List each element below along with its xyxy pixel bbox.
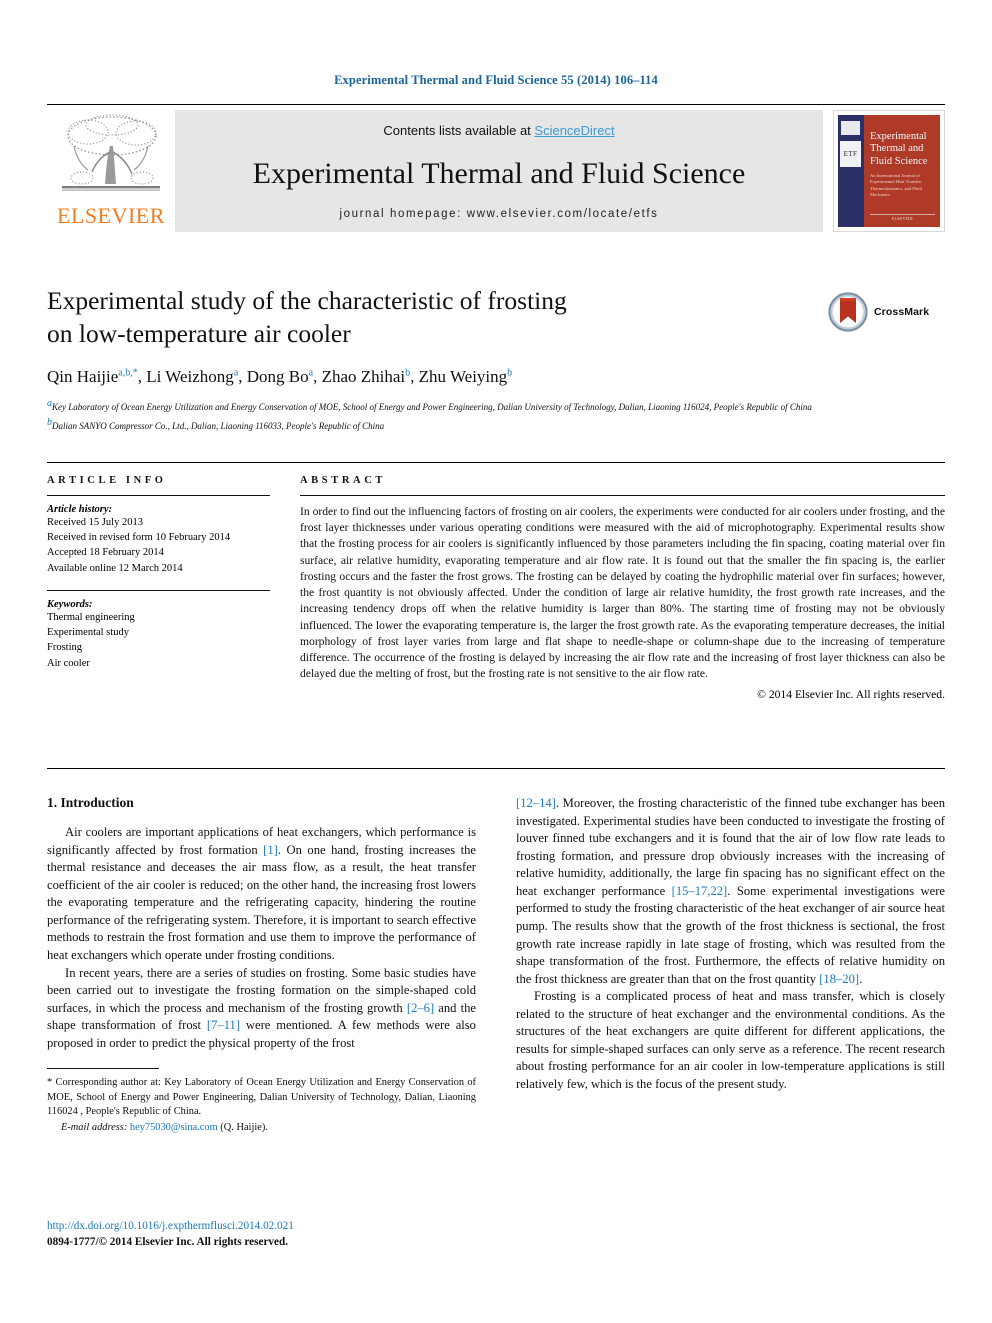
introduction-heading: 1. Introduction: [47, 795, 134, 810]
body-top-rule: [47, 768, 945, 769]
contents-prefix: Contents lists available at: [383, 123, 535, 138]
affiliation-text: Key Laboratory of Ocean Energy Utilizati…: [52, 402, 812, 413]
keywords-label: Keywords:: [47, 598, 93, 610]
intro-p3-part-b: . Some experimental investigations were …: [516, 883, 945, 986]
author-affiliation-marker: a: [308, 367, 314, 379]
article-info-column: ARTICLE INFO Article history: Received 1…: [47, 475, 290, 701]
cover-subtitle: An International Journal of Experimental…: [870, 173, 922, 197]
history-item: Accepted 18 February 2014: [47, 547, 164, 559]
elsevier-logo: ELSEVIER: [47, 110, 175, 232]
author-affiliation-marker: a,b,*: [118, 367, 138, 379]
crossmark-badge[interactable]: CrossMark: [828, 288, 946, 336]
author-affiliation-marker: b: [405, 367, 411, 379]
citation-ref[interactable]: [12–14]: [516, 796, 556, 810]
contents-available-line: Contents lists available at ScienceDirec…: [175, 123, 823, 138]
author-list: Qin Haijiea,b,*, Li Weizhonga, Dong Boa,…: [47, 367, 513, 387]
author-name[interactable]: Zhu Weiying: [419, 367, 508, 386]
masthead-top-rule: [47, 104, 945, 105]
body-columns: 1. Introduction Air coolers are importan…: [47, 795, 945, 1136]
article-info-rule: [47, 495, 270, 496]
article-title-line-2: on low-temperature air cooler: [47, 318, 351, 348]
affiliation-text: Dalian SANYO Compressor Co., Ltd., Dalia…: [52, 421, 385, 432]
author-name[interactable]: Qin Haijie: [47, 367, 118, 386]
affiliation-item: bDalian SANYO Compressor Co., Ltd., Dali…: [47, 415, 817, 434]
citation-ref[interactable]: [18–20]: [819, 972, 859, 986]
cover-spine-box-icon: [841, 121, 860, 135]
page-footer: http://dx.doi.org/10.1016/j.expthermflus…: [47, 1218, 294, 1250]
author-affiliation-marker: a: [233, 367, 239, 379]
keyword-item: Experimental study: [47, 627, 129, 639]
keyword-item: Air cooler: [47, 657, 90, 669]
masthead-center-band: Contents lists available at ScienceDirec…: [175, 110, 823, 232]
cover-face: Experimental Thermal and Fluid Science A…: [864, 115, 940, 227]
email-label: E-mail address:: [61, 1122, 128, 1133]
keywords-block: Keywords: Thermal engineering Experiment…: [47, 589, 270, 671]
corresponding-author-footnote: * Corresponding author at: Key Laborator…: [47, 1076, 476, 1135]
author-name[interactable]: Zhao Zhihai: [322, 367, 406, 386]
article-title-line-1: Experimental study of the characteristic…: [47, 286, 567, 315]
crossmark-icon: [828, 292, 868, 332]
body-column-right: [12–14]. Moreover, the frosting characte…: [516, 795, 945, 1136]
affiliation-item: aKey Laboratory of Ocean Energy Utilizat…: [47, 396, 817, 415]
doi-link[interactable]: http://dx.doi.org/10.1016/j.expthermflus…: [47, 1218, 294, 1234]
info-section-top-rule: [47, 462, 945, 463]
keywords-list: Thermal engineering Experimental study F…: [47, 610, 270, 671]
citation-ref[interactable]: [2–6]: [407, 1001, 434, 1015]
abstract-copyright: © 2014 Elsevier Inc. All rights reserved…: [757, 688, 945, 702]
footnote-marker: *: [47, 1077, 53, 1089]
journal-cover-thumbnail[interactable]: ETF Experimental Thermal and Fluid Scien…: [833, 110, 945, 232]
article-title: Experimental study of the characteristic…: [47, 285, 817, 350]
footnote-rule: [47, 1068, 159, 1070]
citation-ref[interactable]: [1]: [263, 843, 278, 857]
citation-ref[interactable]: [15–17,22]: [672, 884, 728, 898]
abstract-heading: ABSTRACT: [300, 475, 386, 486]
author-name[interactable]: Dong Bo: [247, 367, 309, 386]
crossmark-label: CrossMark: [874, 306, 930, 318]
history-item: Received 15 July 2013: [47, 517, 143, 528]
issn-copyright: 0894-1777/© 2014 Elsevier Inc. All right…: [47, 1236, 288, 1249]
cover-spine: ETF: [838, 115, 864, 227]
intro-paragraph-4: Frosting is a complicated process of hea…: [516, 989, 945, 1091]
intro-paragraph-3: [12–14]. Moreover, the frosting characte…: [516, 795, 945, 988]
history-item: Received in revised form 10 February 201…: [47, 532, 231, 544]
affiliation-list: aKey Laboratory of Ocean Energy Utilizat…: [47, 396, 817, 434]
cover-etf-logo: ETF: [840, 141, 861, 167]
footnote-email-line: E-mail address: hey75030@sina.com (Q. Ha…: [47, 1121, 476, 1136]
cover-footer-wordmark: ELSEVIER: [870, 214, 935, 221]
citation-ref[interactable]: [7–11]: [207, 1018, 240, 1032]
body-column-left: 1. Introduction Air coolers are importan…: [47, 795, 476, 1136]
cover-title: Experimental Thermal and Fluid Science: [870, 131, 928, 167]
email-link[interactable]: hey75030@sina.com: [130, 1122, 218, 1133]
elsevier-wordmark: ELSEVIER: [57, 203, 165, 228]
intro-paragraph-1: Air coolers are important applications o…: [47, 824, 476, 965]
article-history-label: Article history:: [47, 504, 113, 515]
keywords-rule: [47, 589, 270, 591]
intro-paragraph-2: In recent years, there are a series of s…: [47, 965, 476, 1053]
sciencedirect-link[interactable]: ScienceDirect: [534, 123, 614, 138]
footnote-text: Corresponding author at: Key Laboratory …: [47, 1077, 476, 1118]
author-name[interactable]: Li Weizhong: [146, 367, 234, 386]
info-abstract-section: ARTICLE INFO Article history: Received 1…: [47, 475, 945, 701]
article-info-heading: ARTICLE INFO: [47, 475, 167, 486]
journal-masthead: ELSEVIER Contents lists available at Sci…: [47, 110, 945, 232]
running-head: Experimental Thermal and Fluid Science 5…: [334, 73, 658, 87]
journal-title: Experimental Thermal and Fluid Science: [252, 156, 746, 190]
abstract-column: ABSTRACT In order to find out the influe…: [290, 475, 945, 701]
article-history-list: Received 15 July 2013 Received in revise…: [47, 515, 270, 576]
keyword-item: Thermal engineering: [47, 611, 135, 623]
intro-p1-part-b: . On one hand, frosting increases the th…: [47, 842, 476, 962]
journal-homepage[interactable]: journal homepage: www.elsevier.com/locat…: [175, 208, 823, 220]
email-owner: (Q. Haijie).: [220, 1122, 268, 1133]
intro-p3-part-a: . Moreover, the frosting characteristic …: [516, 796, 945, 898]
article-page: Experimental Thermal and Fluid Science 5…: [0, 0, 992, 1323]
keyword-item: Frosting: [47, 642, 83, 654]
abstract-rule: [300, 495, 945, 496]
title-block: Experimental study of the characteristic…: [47, 285, 817, 434]
author-affiliation-marker: b: [507, 367, 513, 379]
history-item: Available online 12 March 2014: [47, 562, 183, 574]
elsevier-tree-icon: [62, 114, 160, 191]
abstract-text: In order to find out the influencing fac…: [300, 505, 945, 681]
intro-p3-part-c: .: [859, 971, 863, 986]
